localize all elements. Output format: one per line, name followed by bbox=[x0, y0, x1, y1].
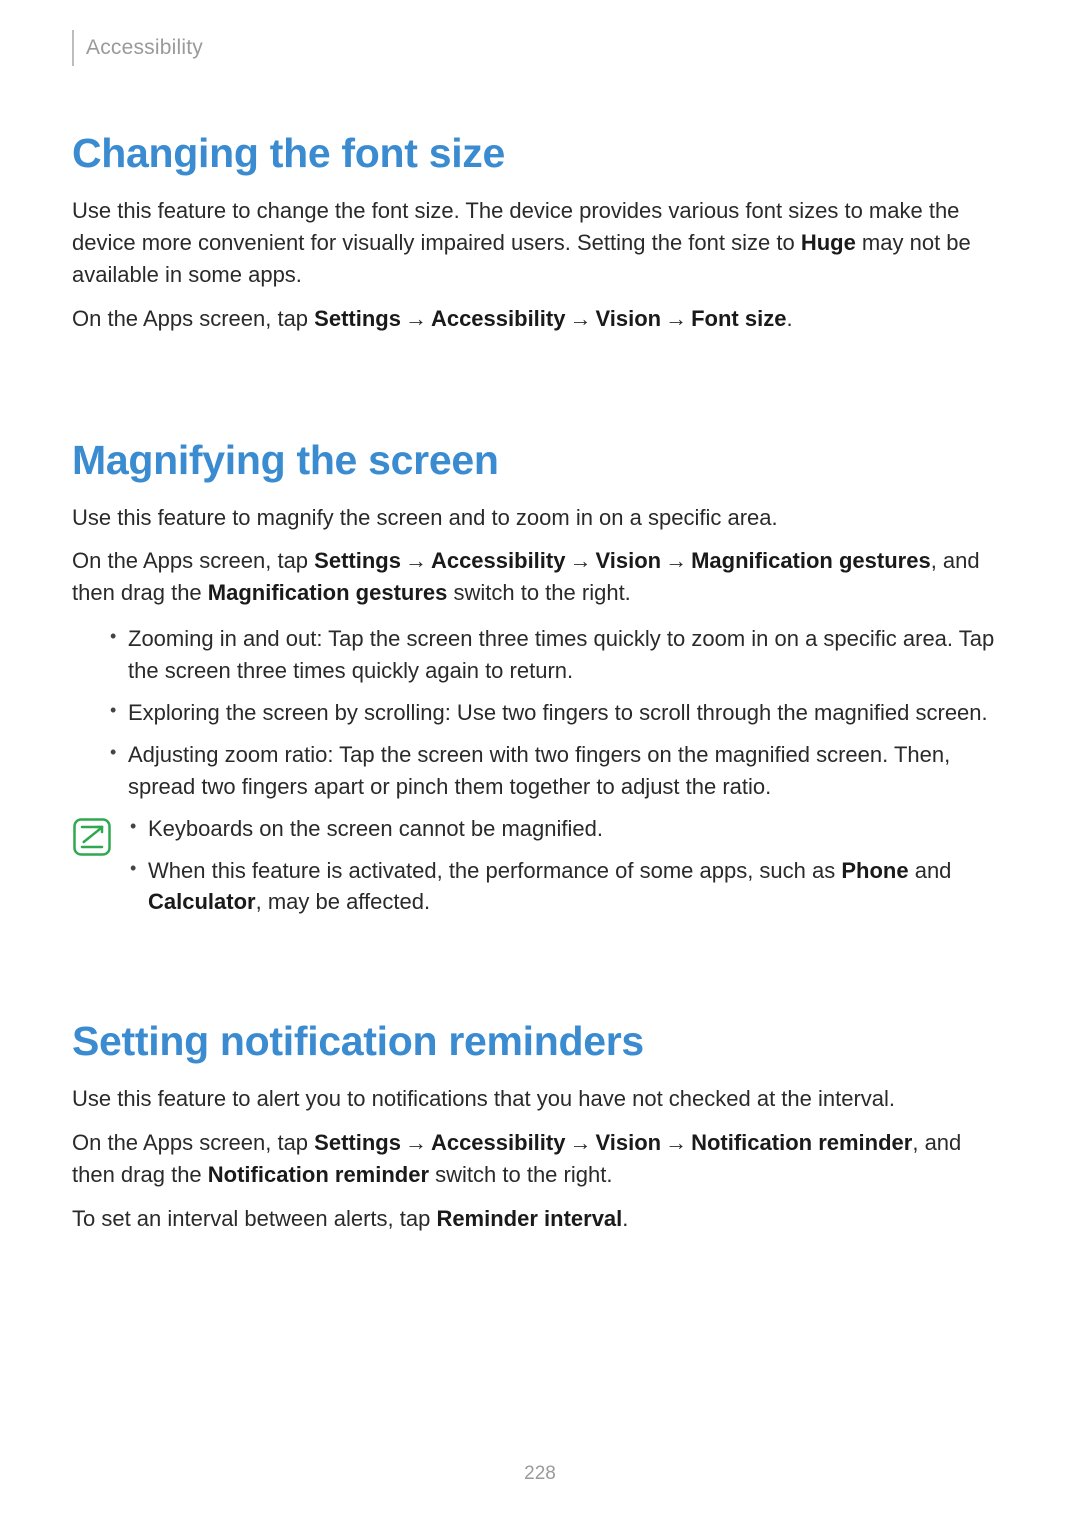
bold-reminder-interval: Reminder interval bbox=[436, 1206, 622, 1231]
body-text: Use this feature to alert you to notific… bbox=[72, 1083, 1008, 1115]
list-item: Keyboards on the screen cannot be magnif… bbox=[130, 813, 1008, 845]
bold-huge: Huge bbox=[801, 230, 856, 255]
heading-notification-reminders: Setting notification reminders bbox=[72, 1018, 1008, 1065]
heading-magnifying-screen: Magnifying the screen bbox=[72, 437, 1008, 484]
nav-step: Accessibility bbox=[431, 1130, 566, 1155]
nav-step: Font size bbox=[691, 306, 786, 331]
nav-step: Settings bbox=[314, 548, 401, 573]
arrow-icon: → bbox=[565, 1130, 595, 1155]
text: switch to the right. bbox=[447, 580, 630, 605]
arrow-icon: → bbox=[565, 548, 595, 573]
list-item: Zooming in and out: Tap the screen three… bbox=[110, 623, 1008, 687]
nav-step: Magnification gestures bbox=[691, 548, 931, 573]
bold-text: Magnification gestures bbox=[208, 580, 448, 605]
page: Accessibility Changing the font size Use… bbox=[0, 0, 1080, 1527]
text: On the Apps screen, tap bbox=[72, 306, 314, 331]
arrow-icon: → bbox=[401, 306, 431, 331]
list-item: When this feature is activated, the perf… bbox=[130, 855, 1008, 919]
bold-text: Notification reminder bbox=[208, 1162, 429, 1187]
text: and bbox=[909, 858, 952, 883]
nav-step: Accessibility bbox=[431, 548, 566, 573]
body-text: Use this feature to change the font size… bbox=[72, 195, 1008, 291]
header-rule bbox=[72, 30, 74, 66]
text: , may be affected. bbox=[256, 889, 430, 914]
bold-phone: Phone bbox=[841, 858, 908, 883]
list-item: Exploring the screen by scrolling: Use t… bbox=[110, 697, 1008, 729]
note-list: Keyboards on the screen cannot be magnif… bbox=[130, 813, 1008, 929]
arrow-icon: → bbox=[401, 1130, 431, 1155]
nav-step: Vision bbox=[595, 548, 661, 573]
nav-step: Accessibility bbox=[431, 306, 566, 331]
text: switch to the right. bbox=[429, 1162, 612, 1187]
body-text: On the Apps screen, tap Settings→Accessi… bbox=[72, 1127, 1008, 1191]
text: On the Apps screen, tap bbox=[72, 548, 314, 573]
text: On the Apps screen, tap bbox=[72, 1130, 314, 1155]
arrow-icon: → bbox=[661, 548, 691, 573]
list-item: Adjusting zoom ratio: Tap the screen wit… bbox=[110, 739, 1008, 803]
nav-step: Vision bbox=[595, 306, 661, 331]
nav-step: Settings bbox=[314, 1130, 401, 1155]
page-header: Accessibility bbox=[72, 30, 1008, 66]
arrow-icon: → bbox=[661, 306, 691, 331]
text: . bbox=[786, 306, 792, 331]
arrow-icon: → bbox=[565, 306, 595, 331]
note-icon bbox=[72, 817, 112, 857]
heading-changing-font-size: Changing the font size bbox=[72, 130, 1008, 177]
body-text: On the Apps screen, tap Settings→Accessi… bbox=[72, 545, 1008, 609]
text: To set an interval between alerts, tap bbox=[72, 1206, 436, 1231]
arrow-icon: → bbox=[661, 1130, 691, 1155]
arrow-icon: → bbox=[401, 548, 431, 573]
page-number: 228 bbox=[0, 1463, 1080, 1485]
nav-step: Settings bbox=[314, 306, 401, 331]
note-block: Keyboards on the screen cannot be magnif… bbox=[72, 813, 1008, 929]
body-text: Use this feature to magnify the screen a… bbox=[72, 502, 1008, 534]
text: When this feature is activated, the perf… bbox=[148, 858, 841, 883]
bold-calculator: Calculator bbox=[148, 889, 256, 914]
body-text: To set an interval between alerts, tap R… bbox=[72, 1203, 1008, 1235]
bullet-list: Zooming in and out: Tap the screen three… bbox=[72, 623, 1008, 802]
nav-step: Notification reminder bbox=[691, 1130, 912, 1155]
text: . bbox=[622, 1206, 628, 1231]
breadcrumb: Accessibility bbox=[86, 30, 203, 60]
nav-step: Vision bbox=[595, 1130, 661, 1155]
body-text: On the Apps screen, tap Settings→Accessi… bbox=[72, 303, 1008, 335]
